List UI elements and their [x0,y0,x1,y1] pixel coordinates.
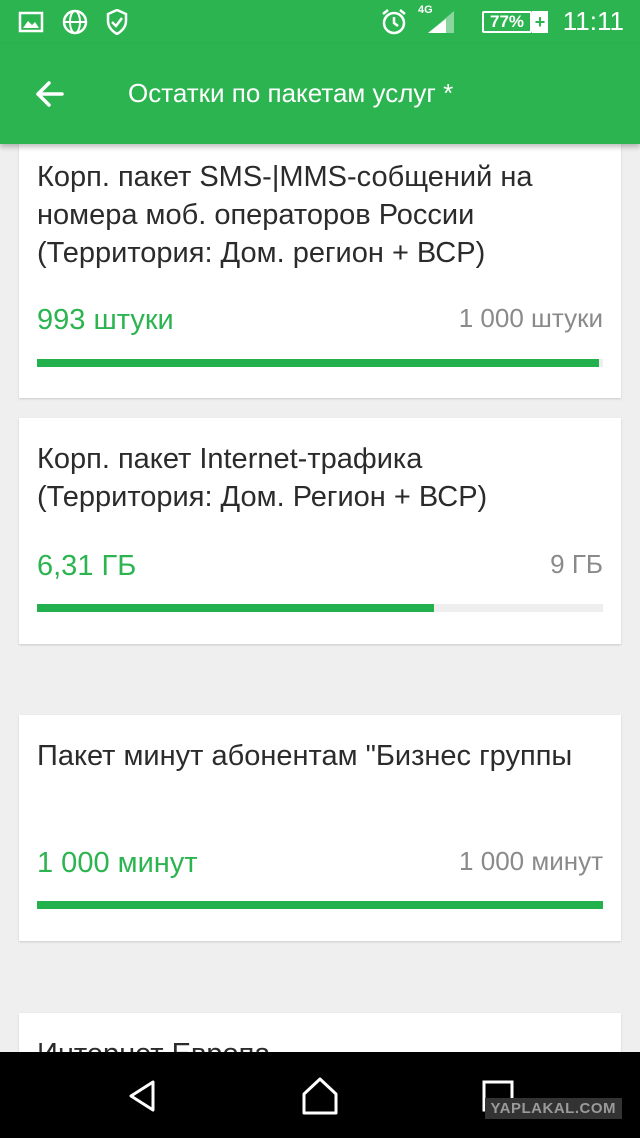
package-name: Корп. пакет SMS-|MMS-собщений на номера … [37,161,533,269]
watermark-label: YAPLAKAL.COM [484,1098,622,1119]
package-total: 1 000 минут [459,846,603,876]
home-icon[interactable] [300,1076,340,1116]
signal-icon [426,9,456,35]
gallery-icon [18,9,44,35]
globe-icon [62,9,88,35]
status-bar: 4G 77% + 11:11 [0,0,640,44]
progress-fill [37,604,434,612]
alarm-icon [380,9,408,35]
page-title: Остатки по пакетам услуг * [128,78,454,108]
package-name: Корп. пакет Internet-трафика (Территория… [37,443,488,513]
progress-fill [37,901,603,909]
package-progress-bar [37,359,603,367]
package-card: Пакет минут абонентам "Бизнес группы 1 0… [19,715,621,941]
package-card: Корп. пакет SMS-|MMS-собщений на номера … [19,144,621,398]
app-bar: Остатки по пакетам услуг * [0,44,640,144]
package-name: Пакет минут абонентам "Бизнес группы [37,740,573,772]
package-card: Корп. пакет Internet-трафика (Территория… [19,418,621,644]
package-used: 993 штуки [37,304,174,336]
package-total: 9 ГБ [550,549,603,579]
back-triangle-icon[interactable] [123,1076,163,1116]
package-progress-bar [37,901,603,909]
package-used: 6,31 ГБ [37,550,137,582]
back-arrow-icon[interactable] [30,76,70,112]
battery-indicator: 77% [482,11,532,33]
package-progress-bar [37,604,603,612]
progress-fill [37,359,600,367]
status-time: 11:11 [562,6,624,36]
package-total: 1 000 штуки [458,303,603,333]
battery-charging-icon: + [532,11,548,33]
package-used: 1 000 минут [37,847,198,879]
shield-icon [106,9,128,35]
navigation-bar: YAPLAKAL.COM [0,1052,640,1138]
